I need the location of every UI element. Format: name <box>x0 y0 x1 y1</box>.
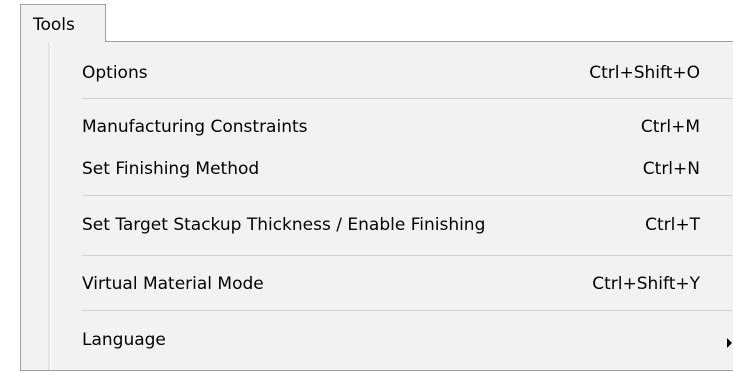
menu-item-label: Language <box>82 330 166 350</box>
tools-menu-title[interactable]: Tools <box>20 4 106 42</box>
menu-item-label: Set Finishing Method <box>82 159 260 179</box>
tools-dropdown-menu: Options Ctrl+Shift+O Manufacturing Const… <box>20 41 733 371</box>
menu-item-label: Options <box>82 63 148 83</box>
menu-bar: Tools <box>0 0 733 42</box>
menu-item-virtual-material-mode[interactable]: Virtual Material Mode Ctrl+Shift+Y <box>82 271 702 301</box>
menu-item-options[interactable]: Options Ctrl+Shift+O <box>82 60 702 90</box>
menu-item-label: Manufacturing Constraints <box>82 117 308 137</box>
menu-item-set-finishing-method[interactable]: Set Finishing Method Ctrl+N <box>82 156 702 186</box>
menu-item-label: Set Target Stackup Thickness / Enable Fi… <box>82 215 486 235</box>
menu-item-set-target-stackup-thickness[interactable]: Set Target Stackup Thickness / Enable Fi… <box>82 212 702 242</box>
menu-item-shortcut: Ctrl+Shift+Y <box>592 274 700 294</box>
menu-item-language[interactable]: Language <box>82 327 732 357</box>
menu-separator <box>82 98 732 99</box>
menu-separator <box>82 195 732 196</box>
submenu-arrow-icon <box>727 338 732 348</box>
menu-item-shortcut: Ctrl+N <box>642 159 700 179</box>
menu-item-shortcut: Ctrl+T <box>645 215 700 235</box>
menu-item-shortcut: Ctrl+M <box>640 117 700 137</box>
menu-item-manufacturing-constraints[interactable]: Manufacturing Constraints Ctrl+M <box>82 114 702 144</box>
tools-menu-label: Tools <box>33 15 75 35</box>
icon-gutter-divider <box>48 42 51 370</box>
menu-item-label: Virtual Material Mode <box>82 274 264 294</box>
menu-item-shortcut: Ctrl+Shift+O <box>589 63 700 83</box>
menu-separator <box>82 255 732 256</box>
menu-separator <box>82 310 732 311</box>
